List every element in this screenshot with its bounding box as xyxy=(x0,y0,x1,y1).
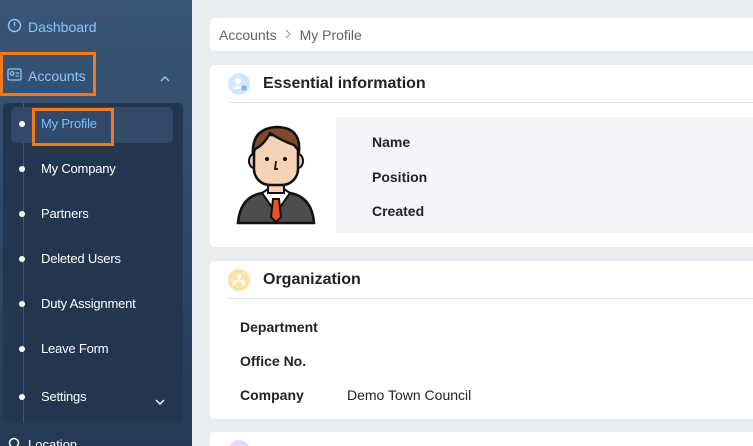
bullet-dot xyxy=(19,121,25,127)
sidebar: Dashboard Accounts My Profile My Company… xyxy=(0,0,192,446)
field-label-company: Company xyxy=(240,387,304,403)
field-label-created: Created xyxy=(372,203,425,219)
submenu-item-label: Settings xyxy=(41,389,87,404)
essential-info-title: Essential information xyxy=(263,75,426,92)
bullet-dot xyxy=(19,256,25,262)
accounts-submenu: My Profile My Company Partners Deleted U… xyxy=(3,103,183,423)
submenu-item-duty-assignment[interactable]: Duty Assignment xyxy=(3,287,183,321)
dashboard-icon xyxy=(7,18,22,36)
submenu-item-deleted-users[interactable]: Deleted Users xyxy=(3,242,183,276)
chevron-up-icon[interactable] xyxy=(160,70,170,86)
chevron-right-icon xyxy=(285,28,292,42)
essential-info-panel: Name Position Created xyxy=(336,117,753,233)
submenu-item-settings[interactable]: Settings xyxy=(3,380,183,414)
organization-card: Organization Department Office No. Compa… xyxy=(210,261,753,419)
submenu-item-label: Duty Assignment xyxy=(41,296,136,311)
bullet-dot xyxy=(19,394,25,400)
company-value: Demo Town Council xyxy=(347,387,472,403)
submenu-item-my-company[interactable]: My Company xyxy=(3,152,183,186)
location-icon xyxy=(8,437,20,446)
nav-dashboard[interactable]: Dashboard xyxy=(0,7,192,47)
field-label-office-no: Office No. xyxy=(240,353,307,369)
field-label-department: Department xyxy=(240,319,318,335)
organization-header: Organization xyxy=(228,261,753,299)
essential-info-header: Essential information xyxy=(228,65,753,103)
bullet-dot xyxy=(19,346,25,352)
bullet-dot xyxy=(19,211,25,217)
organization-title: Organization xyxy=(263,271,361,288)
nav-location[interactable]: Location xyxy=(8,437,128,446)
chevron-down-icon[interactable] xyxy=(155,394,165,409)
submenu-item-label: Partners xyxy=(41,206,89,221)
field-label-name: Name xyxy=(372,134,411,150)
breadcrumb-current: My Profile xyxy=(299,26,362,43)
bullet-dot xyxy=(19,301,25,307)
bullet-dot xyxy=(19,166,25,172)
accounts-highlight-box xyxy=(0,52,96,96)
essential-info-card: Essential information Name Position Crea… xyxy=(210,65,753,247)
nav-location-label: Location xyxy=(28,437,78,446)
submenu-item-partners[interactable]: Partners xyxy=(3,197,183,231)
submenu-item-leave-form[interactable]: Leave Form xyxy=(3,332,183,366)
submenu-item-label: My Company xyxy=(41,161,116,176)
breadcrumb: Accounts My Profile xyxy=(210,18,753,51)
nav-dashboard-label: Dashboard xyxy=(28,19,97,35)
my-profile-highlight-box xyxy=(32,108,114,146)
submenu-item-label: Deleted Users xyxy=(41,251,121,266)
field-label-position: Position xyxy=(372,169,428,185)
organization-icon xyxy=(228,269,250,291)
next-card xyxy=(210,432,753,446)
submenu-item-label: Leave Form xyxy=(41,341,109,356)
avatar xyxy=(234,123,318,232)
breadcrumb-parent[interactable]: Accounts xyxy=(219,27,277,43)
user-info-icon xyxy=(228,73,250,95)
next-card-icon xyxy=(228,440,250,446)
